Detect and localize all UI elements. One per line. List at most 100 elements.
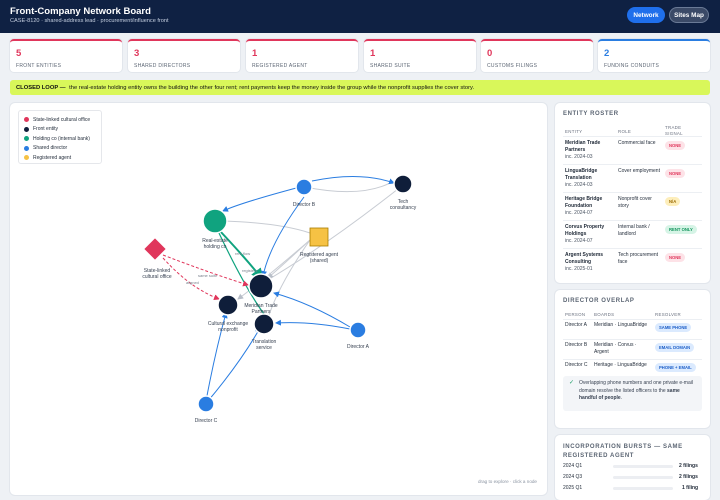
overlap-header-resolver: RESOLVER (655, 312, 681, 317)
node-tech-consultancy[interactable] (393, 174, 413, 194)
entity-inc: inc. 2024-07 (565, 210, 593, 216)
closed-loop-banner: CLOSED LOOP — the real-estate holding en… (10, 80, 710, 95)
kpi-value: 1 (370, 48, 376, 59)
node-state-office[interactable] (142, 236, 168, 262)
roster-row-entity[interactable]: Corvus Property Holdings inc. 2024-07 (565, 224, 617, 245)
kpi-label: FRONT ENTITIES (16, 63, 62, 69)
label-meridian-2: Partners (252, 309, 271, 315)
kpi-value: 0 (487, 48, 493, 59)
entity-name: LinguaBridge Translation (565, 168, 598, 181)
sites-map-tab-button[interactable]: Sites Map (669, 7, 709, 23)
overlap-header-person: PERSON (565, 312, 586, 317)
entity-name: Heritage Bridge Foundation (565, 196, 603, 209)
divider (563, 164, 702, 165)
roster-row-entity[interactable]: LinguaBridge Translation inc. 2024-03 (565, 168, 617, 189)
label-cultural-2: nonprofit (218, 327, 238, 333)
roster-header-signal: TRADE SIGNAL (665, 125, 683, 136)
overlap-note: ✓ Overlapping phone numbers and one priv… (563, 376, 702, 411)
entity-role: Cover employment (618, 168, 660, 174)
edge-dira-translation (275, 319, 351, 330)
edge-label-rent-flow: rent flow (235, 251, 250, 256)
overlap-person: Director B (565, 342, 588, 348)
node-director-b[interactable] (295, 178, 313, 196)
network-tab-button[interactable]: Network (627, 7, 665, 23)
edge-holding-agent (223, 220, 311, 234)
overlap-header-boards: BOARDS (594, 312, 615, 317)
node-translation[interactable] (253, 313, 275, 335)
signal-badge: RENT ONLY (665, 225, 697, 234)
entity-inc: inc. 2025-01 (565, 266, 593, 272)
label-state-office-2: cultural office (142, 274, 172, 280)
edge-state-meridian (162, 254, 249, 287)
burst-bar-track (613, 487, 673, 490)
overlap-boards: Meridian · LinguaBridge (594, 322, 648, 328)
node-registered-agent[interactable] (309, 227, 329, 247)
graph-hint: drag to explore · click a node (478, 479, 537, 484)
banner-text: the real-estate holding entity owns the … (69, 84, 475, 91)
node-meridian[interactable] (248, 273, 274, 299)
kpi-shared-directors: 3 SHARED DIRECTORS (128, 39, 240, 72)
kpi-label: SHARED SUITE (370, 63, 411, 69)
edge-dirb-tech-blue (311, 176, 395, 185)
node-cultural-nonprofit[interactable] (217, 294, 239, 316)
burst-value: 2 filings (679, 463, 698, 469)
divider (563, 220, 702, 221)
top-bar: Front-Company Network Board CASE-8120 · … (0, 0, 720, 33)
burst-bar-track (613, 476, 673, 479)
overlap-title: DIRECTOR OVERLAP (563, 298, 635, 304)
label-director-b: Director B (293, 202, 316, 208)
entity-name: Corvus Property Holdings (565, 224, 605, 237)
resolver-badge: PHONE + EMAIL (655, 363, 696, 372)
roster-row-entity[interactable]: Argent Systems Consulting inc. 2025-01 (565, 252, 617, 273)
network-graph-svg[interactable]: rent flow same suite aligned registers S… (10, 103, 547, 495)
divider (563, 136, 702, 137)
kpi-value: 2 (604, 48, 610, 59)
entity-role: Commercial face (618, 140, 656, 146)
signal-badge: N/A (665, 197, 681, 206)
entity-name: Argent Systems Consulting (565, 252, 604, 265)
entity-inc: inc. 2024-03 (565, 182, 593, 188)
overlap-person: Director A (565, 322, 587, 328)
incorporation-bursts-panel: INCORPORATION BURSTS — SAME REGISTERED A… (555, 435, 710, 500)
node-director-c[interactable] (197, 395, 215, 413)
divider (563, 248, 702, 249)
page-title: Front-Company Network Board (10, 6, 151, 17)
burst-value: 2 filings (679, 474, 698, 480)
overlap-boards: Heritage · LinguaBridge (594, 362, 647, 368)
kpi-registered-agent: 1 REGISTERED AGENT (246, 39, 358, 72)
label-agent-2: (shared) (310, 258, 329, 264)
check-icon: ✓ (569, 380, 575, 386)
entity-role: Internal bank / landlord (618, 224, 650, 237)
kpi-customs-filings: 0 CUSTOMS FILINGS (481, 39, 593, 72)
kpi-label: FUNDING CONDUITS (604, 63, 660, 69)
entity-role: Tech procurement face (618, 252, 659, 265)
entity-roster-panel: ENTITY ROSTER ENTITY ROLE TRADE SIGNAL M… (555, 103, 710, 283)
label-holding-2: holding co (204, 244, 227, 250)
label-tech-2: consultancy (390, 205, 417, 211)
edge-label-same-suite: same suite (198, 273, 218, 278)
entity-inc: inc. 2024-03 (565, 154, 593, 160)
edge-dira-meridian (273, 291, 351, 328)
overlap-boards: Meridian · Corvus · Argent (594, 342, 637, 355)
edge-tech-meridian (265, 184, 404, 282)
divider (563, 339, 702, 340)
entity-inc: inc. 2024-07 (565, 238, 593, 244)
kpi-label: CUSTOMS FILINGS (487, 63, 538, 69)
roster-row-entity[interactable]: Heritage Bridge Foundation inc. 2024-07 (565, 196, 617, 217)
signal-badge: NONE (665, 169, 686, 178)
label-translation-2: service (256, 345, 272, 351)
kpi-value: 3 (134, 48, 140, 59)
node-director-a[interactable] (349, 321, 367, 339)
overlap-person: Director C (565, 362, 588, 368)
entity-role: Nonprofit cover story (618, 196, 652, 209)
node-holding-co[interactable] (202, 208, 228, 234)
roster-row-entity[interactable]: Meridian Trade Partners inc. 2024-03 (565, 140, 617, 161)
banner-lead: CLOSED LOOP — (16, 84, 66, 91)
network-graph-panel[interactable]: State-linked cultural office Front entit… (10, 103, 547, 495)
divider (563, 192, 702, 193)
kpi-shared-suite: 1 SHARED SUITE (364, 39, 476, 72)
roster-title: ENTITY ROSTER (563, 111, 619, 117)
edge-dirb-tech (304, 182, 391, 193)
kpi-front-entities: 5 FRONT ENTITIES (10, 39, 122, 72)
divider (563, 319, 702, 320)
